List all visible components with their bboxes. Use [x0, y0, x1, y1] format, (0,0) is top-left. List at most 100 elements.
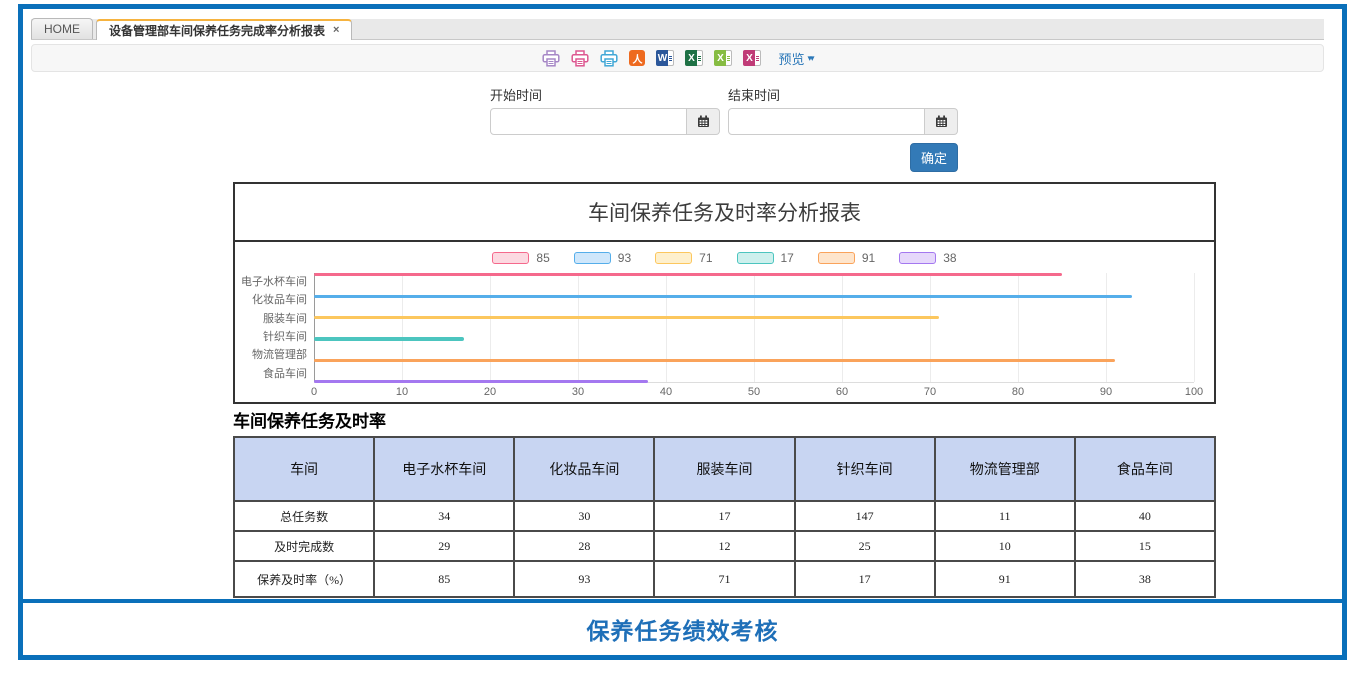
legend-swatch [818, 252, 855, 264]
chart-plot-area [314, 273, 1194, 383]
chart-y-axis-labels: 电子水杯车间化妆品车间服装车间针织车间物流管理部食品车间 [235, 273, 314, 400]
row-label-cell: 总任务数 [234, 501, 374, 531]
gridline [842, 273, 843, 382]
pdf-export-icon[interactable]: 人 [629, 50, 645, 67]
table-cell: 29 [374, 531, 514, 561]
table-header-cell: 食品车间 [1075, 437, 1215, 501]
table-cell: 25 [795, 531, 935, 561]
legend-value-label: 38 [943, 251, 956, 265]
x-axis-tick-label: 40 [660, 386, 672, 398]
table-row: 总任务数3430171471140 [234, 501, 1215, 531]
tab-close-icon[interactable]: × [333, 24, 339, 36]
legend-value-label: 91 [862, 251, 875, 265]
table-cell: 93 [514, 561, 654, 597]
table-cell: 15 [1075, 531, 1215, 561]
table-body: 总任务数3430171471140及时完成数292812251015保养及时率（… [234, 501, 1215, 597]
legend-value-label: 17 [781, 251, 794, 265]
legend-item[interactable]: 91 [818, 251, 875, 265]
legend-value-label: 85 [536, 251, 549, 265]
gridline [578, 273, 579, 382]
x-axis-tick-label: 70 [924, 386, 936, 398]
y-axis-label: 针织车间 [235, 328, 314, 346]
print-pdf-blue-icon[interactable] [600, 50, 618, 67]
filter-form: 开始时间 [490, 85, 1324, 172]
excel-export-pink-icon-glyph: X [743, 50, 761, 66]
chart-title: 车间保养任务及时率分析报表 [235, 184, 1214, 242]
excel-export-icon-glyph: X [685, 50, 703, 66]
legend-item[interactable]: 38 [899, 251, 956, 265]
chart-bar [314, 273, 1062, 276]
table-header-row: 车间电子水杯车间化妆品车间服装车间针织车间物流管理部食品车间 [234, 437, 1215, 501]
tab-report-active[interactable]: 设备管理部车间保养任务完成率分析报表 × [96, 19, 352, 40]
legend-value-label: 93 [618, 251, 631, 265]
legend-swatch [899, 252, 936, 264]
x-axis-tick-label: 0 [311, 386, 317, 398]
table-cell: 147 [795, 501, 935, 531]
table-cell: 17 [795, 561, 935, 597]
table-section-title: 车间保养任务及时率 [233, 407, 1324, 432]
end-time-input[interactable] [728, 108, 925, 135]
legend-item[interactable]: 17 [737, 251, 794, 265]
chart-legend: 85 93 71 17 91 38 [235, 248, 1214, 268]
word-export-icon[interactable]: W [656, 50, 674, 67]
y-axis-label: 食品车间 [235, 365, 314, 383]
chart-bar [314, 316, 939, 319]
table-cell: 17 [654, 501, 794, 531]
tab-home[interactable]: HOME [31, 18, 93, 39]
table-row: 及时完成数292812251015 [234, 531, 1215, 561]
excel-export-light-icon[interactable]: X [714, 50, 732, 67]
table-cell: 85 [374, 561, 514, 597]
toolbar-icons: 人WXXX [542, 50, 761, 67]
table-cell: 34 [374, 501, 514, 531]
report-table: 车间电子水杯车间化妆品车间服装车间针织车间物流管理部食品车间 总任务数34301… [233, 436, 1216, 598]
legend-item[interactable]: 93 [574, 251, 631, 265]
tab-report-label: 设备管理部车间保养任务完成率分析报表 [109, 22, 325, 39]
gridline [930, 273, 931, 382]
legend-item[interactable]: 85 [492, 251, 549, 265]
confirm-button[interactable]: 确定 [910, 143, 958, 172]
word-export-icon-glyph: W [656, 50, 674, 66]
row-label-cell: 及时完成数 [234, 531, 374, 561]
table-cell: 91 [935, 561, 1075, 597]
end-time-calendar-button[interactable] [925, 108, 958, 135]
tab-home-label: HOME [44, 22, 80, 36]
table-header-cell: 针织车间 [795, 437, 935, 501]
table-header-cell: 服装车间 [654, 437, 794, 501]
gridline [314, 273, 315, 382]
table-cell: 30 [514, 501, 654, 531]
tab-bar: HOME 设备管理部车间保养任务完成率分析报表 × [31, 19, 1324, 40]
excel-export-pink-icon[interactable]: X [743, 50, 761, 67]
x-axis-tick-label: 10 [396, 386, 408, 398]
legend-value-label: 71 [699, 251, 712, 265]
calendar-icon [697, 115, 710, 128]
chart-bar [314, 337, 464, 340]
page-frame: HOME 设备管理部车间保养任务完成率分析报表 × 人WXXX 预览 ▾▾ 开始… [18, 4, 1347, 660]
print-pdf-pink-icon[interactable] [571, 50, 589, 67]
start-time-input[interactable] [490, 108, 687, 135]
legend-item[interactable]: 71 [655, 251, 712, 265]
table-header-cell: 物流管理部 [935, 437, 1075, 501]
y-axis-label: 化妆品车间 [235, 291, 314, 309]
row-label-cell: 保养及时率（%） [234, 561, 374, 597]
table-cell: 71 [654, 561, 794, 597]
print-icon[interactable] [542, 50, 560, 67]
start-time-calendar-button[interactable] [687, 108, 720, 135]
x-axis-tick-label: 50 [748, 386, 760, 398]
legend-swatch [737, 252, 774, 264]
y-axis-label: 服装车间 [235, 310, 314, 328]
x-axis-tick-label: 30 [572, 386, 584, 398]
excel-export-icon[interactable]: X [685, 50, 703, 67]
table-cell: 12 [654, 531, 794, 561]
table-header-cell: 车间 [234, 437, 374, 501]
x-axis-tick-label: 100 [1185, 386, 1203, 398]
report-footer: 保养任务绩效考核 [23, 599, 1342, 655]
x-axis-tick-label: 90 [1100, 386, 1112, 398]
legend-swatch [492, 252, 529, 264]
y-axis-label: 物流管理部 [235, 346, 314, 364]
chart-x-axis-labels: 0102030405060708090100 [314, 383, 1194, 400]
preview-dropdown[interactable]: 预览 ▾▾ [778, 49, 812, 68]
gridline [754, 273, 755, 382]
table-cell: 38 [1075, 561, 1215, 597]
table-header-cell: 电子水杯车间 [374, 437, 514, 501]
main-content: HOME 设备管理部车间保养任务完成率分析报表 × 人WXXX 预览 ▾▾ 开始… [23, 9, 1342, 599]
